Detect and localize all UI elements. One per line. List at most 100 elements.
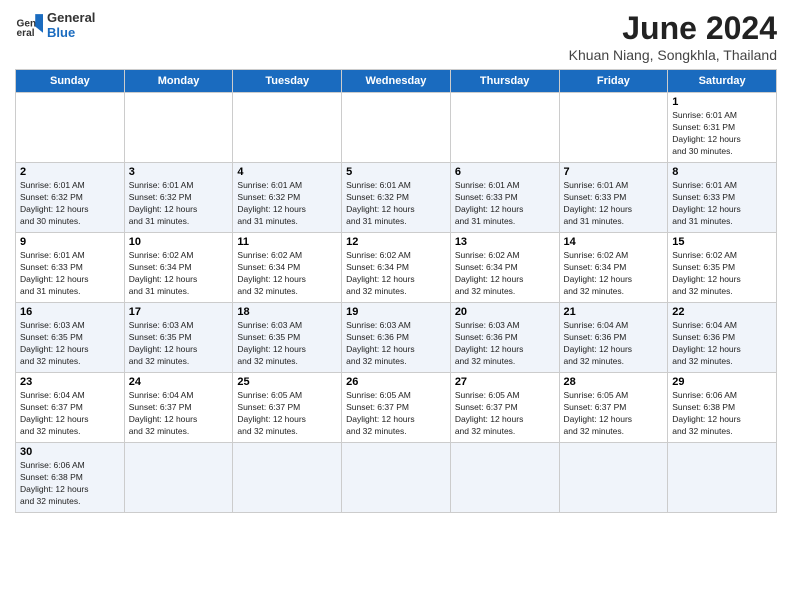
calendar-cell bbox=[559, 443, 668, 513]
calendar-cell: 20Sunrise: 6:03 AM Sunset: 6:36 PM Dayli… bbox=[450, 303, 559, 373]
calendar-cell: 15 Sunrise: 6:02 AM Sunset: 6:35 PM Dayli… bbox=[668, 233, 777, 303]
day-info: Sunrise: 6:02 AM Sunset: 6:34 PM Dayligh… bbox=[564, 250, 664, 298]
day-number: 7 bbox=[564, 166, 664, 178]
day-number: 21 bbox=[564, 306, 664, 318]
day-number: 19 bbox=[346, 306, 446, 318]
day-info: Sunrise: 6:01 AM Sunset: 6:32 PM Dayligh… bbox=[346, 180, 446, 228]
calendar-header: SundayMondayTuesdayWednesdayThursdayFrid… bbox=[16, 70, 777, 93]
day-number: 27 bbox=[455, 376, 555, 388]
calendar-cell bbox=[342, 93, 451, 163]
calendar-cell bbox=[124, 93, 233, 163]
svg-text:eral: eral bbox=[17, 28, 35, 39]
calendar-cell: 25 Sunrise: 6:05 AM Sunset: 6:37 PM Dayli… bbox=[233, 373, 342, 443]
day-number: 3 bbox=[129, 166, 229, 178]
day-number: 30 bbox=[20, 446, 120, 458]
calendar-cell: 6Sunrise: 6:01 AM Sunset: 6:33 PM Daylig… bbox=[450, 163, 559, 233]
calendar-title: June 2024 bbox=[569, 10, 777, 47]
day-number: 4 bbox=[237, 166, 337, 178]
calendar-cell bbox=[668, 443, 777, 513]
day-number: 25 bbox=[237, 376, 337, 388]
day-number: 16 bbox=[20, 306, 120, 318]
day-number: 9 bbox=[20, 236, 120, 248]
logo-general: General bbox=[47, 10, 95, 25]
calendar-cell: 24Sunrise: 6:04 AM Sunset: 6:37 PM Dayli… bbox=[124, 373, 233, 443]
day-info: Sunrise: 6:05 AM Sunset: 6:37 PM Dayligh… bbox=[346, 390, 446, 438]
day-number: 15 bbox=[672, 236, 772, 248]
day-number: 14 bbox=[564, 236, 664, 248]
day-number: 20 bbox=[455, 306, 555, 318]
calendar-cell: 29 Sunrise: 6:06 AM Sunset: 6:38 PM Dayli… bbox=[668, 373, 777, 443]
calendar-cell: 19 Sunrise: 6:03 AM Sunset: 6:36 PM Dayli… bbox=[342, 303, 451, 373]
day-info: Sunrise: 6:01 AM Sunset: 6:33 PM Dayligh… bbox=[20, 250, 120, 298]
day-number: 1 bbox=[672, 96, 772, 108]
calendar-cell: 10Sunrise: 6:02 AM Sunset: 6:34 PM Dayli… bbox=[124, 233, 233, 303]
calendar-cell: 11Sunrise: 6:02 AM Sunset: 6:34 PM Dayli… bbox=[233, 233, 342, 303]
calendar-cell: 4 Sunrise: 6:01 AM Sunset: 6:32 PM Daylig… bbox=[233, 163, 342, 233]
calendar-cell: 18Sunrise: 6:03 AM Sunset: 6:35 PM Dayli… bbox=[233, 303, 342, 373]
day-info: Sunrise: 6:02 AM Sunset: 6:34 PM Dayligh… bbox=[346, 250, 446, 298]
day-info: Sunrise: 6:01 AM Sunset: 6:32 PM Dayligh… bbox=[20, 180, 120, 228]
day-number: 18 bbox=[237, 306, 337, 318]
calendar-cell bbox=[450, 443, 559, 513]
day-number: 22 bbox=[672, 306, 772, 318]
calendar-cell: 30 Sunrise: 6:06 AM Sunset: 6:38 PM Dayli… bbox=[16, 443, 125, 513]
day-info: Sunrise: 6:01 AM Sunset: 6:33 PM Dayligh… bbox=[564, 180, 664, 228]
day-info: Sunrise: 6:05 AM Sunset: 6:37 PM Dayligh… bbox=[237, 390, 337, 438]
calendar-cell bbox=[342, 443, 451, 513]
calendar-cell: 5Sunrise: 6:01 AM Sunset: 6:32 PM Daylig… bbox=[342, 163, 451, 233]
day-info: Sunrise: 6:01 AM Sunset: 6:32 PM Dayligh… bbox=[129, 180, 229, 228]
calendar-cell: 13Sunrise: 6:02 AM Sunset: 6:34 PM Dayli… bbox=[450, 233, 559, 303]
day-info: Sunrise: 6:04 AM Sunset: 6:36 PM Dayligh… bbox=[564, 320, 664, 368]
day-info: Sunrise: 6:05 AM Sunset: 6:37 PM Dayligh… bbox=[564, 390, 664, 438]
day-info: Sunrise: 6:02 AM Sunset: 6:34 PM Dayligh… bbox=[455, 250, 555, 298]
calendar-cell: 12 Sunrise: 6:02 AM Sunset: 6:34 PM Dayli… bbox=[342, 233, 451, 303]
calendar-cell bbox=[450, 93, 559, 163]
day-number: 26 bbox=[346, 376, 446, 388]
header-day-tuesday: Tuesday bbox=[233, 70, 342, 93]
day-info: Sunrise: 6:03 AM Sunset: 6:36 PM Dayligh… bbox=[346, 320, 446, 368]
calendar-table: SundayMondayTuesdayWednesdayThursdayFrid… bbox=[15, 69, 777, 513]
logo-icon: Gen eral bbox=[15, 11, 43, 39]
calendar-cell: 1Sunrise: 6:01 AM Sunset: 6:31 PM Daylig… bbox=[668, 93, 777, 163]
calendar-subtitle: Khuan Niang, Songkhla, Thailand bbox=[569, 47, 777, 63]
calendar-cell: 27 Sunrise: 6:05 AM Sunset: 6:37 PM Dayli… bbox=[450, 373, 559, 443]
week-row-4: 16 Sunrise: 6:03 AM Sunset: 6:35 PM Dayli… bbox=[16, 303, 777, 373]
logo-blue: Blue bbox=[47, 25, 95, 40]
calendar-cell bbox=[124, 443, 233, 513]
day-info: Sunrise: 6:04 AM Sunset: 6:37 PM Dayligh… bbox=[20, 390, 120, 438]
day-info: Sunrise: 6:03 AM Sunset: 6:35 PM Dayligh… bbox=[20, 320, 120, 368]
week-row-1: 1Sunrise: 6:01 AM Sunset: 6:31 PM Daylig… bbox=[16, 93, 777, 163]
calendar-cell: 21 Sunrise: 6:04 AM Sunset: 6:36 PM Dayli… bbox=[559, 303, 668, 373]
day-info: Sunrise: 6:02 AM Sunset: 6:35 PM Dayligh… bbox=[672, 250, 772, 298]
header-day-friday: Friday bbox=[559, 70, 668, 93]
calendar-cell: 26 Sunrise: 6:05 AM Sunset: 6:37 PM Dayli… bbox=[342, 373, 451, 443]
calendar-body: 1Sunrise: 6:01 AM Sunset: 6:31 PM Daylig… bbox=[16, 93, 777, 513]
header-row: SundayMondayTuesdayWednesdayThursdayFrid… bbox=[16, 70, 777, 93]
week-row-3: 9 Sunrise: 6:01 AM Sunset: 6:33 PM Daylig… bbox=[16, 233, 777, 303]
header: Gen eral General Blue June 2024 Khuan Ni… bbox=[15, 10, 777, 63]
calendar-cell bbox=[16, 93, 125, 163]
day-number: 23 bbox=[20, 376, 120, 388]
day-info: Sunrise: 6:02 AM Sunset: 6:34 PM Dayligh… bbox=[237, 250, 337, 298]
day-number: 12 bbox=[346, 236, 446, 248]
calendar-cell: 2 Sunrise: 6:01 AM Sunset: 6:32 PM Daylig… bbox=[16, 163, 125, 233]
day-info: Sunrise: 6:06 AM Sunset: 6:38 PM Dayligh… bbox=[672, 390, 772, 438]
header-day-monday: Monday bbox=[124, 70, 233, 93]
day-number: 2 bbox=[20, 166, 120, 178]
week-row-5: 23 Sunrise: 6:04 AM Sunset: 6:37 PM Dayli… bbox=[16, 373, 777, 443]
week-row-2: 2 Sunrise: 6:01 AM Sunset: 6:32 PM Daylig… bbox=[16, 163, 777, 233]
week-row-6: 30 Sunrise: 6:06 AM Sunset: 6:38 PM Dayli… bbox=[16, 443, 777, 513]
title-block: June 2024 Khuan Niang, Songkhla, Thailan… bbox=[569, 10, 777, 63]
day-number: 29 bbox=[672, 376, 772, 388]
day-info: Sunrise: 6:06 AM Sunset: 6:38 PM Dayligh… bbox=[20, 460, 120, 508]
calendar-cell: 9 Sunrise: 6:01 AM Sunset: 6:33 PM Daylig… bbox=[16, 233, 125, 303]
day-info: Sunrise: 6:04 AM Sunset: 6:36 PM Dayligh… bbox=[672, 320, 772, 368]
day-info: Sunrise: 6:04 AM Sunset: 6:37 PM Dayligh… bbox=[129, 390, 229, 438]
calendar-cell: 28Sunrise: 6:05 AM Sunset: 6:37 PM Dayli… bbox=[559, 373, 668, 443]
calendar-cell: 7 Sunrise: 6:01 AM Sunset: 6:33 PM Daylig… bbox=[559, 163, 668, 233]
calendar-cell bbox=[559, 93, 668, 163]
day-info: Sunrise: 6:05 AM Sunset: 6:37 PM Dayligh… bbox=[455, 390, 555, 438]
day-info: Sunrise: 6:01 AM Sunset: 6:32 PM Dayligh… bbox=[237, 180, 337, 228]
header-day-saturday: Saturday bbox=[668, 70, 777, 93]
calendar-cell bbox=[233, 93, 342, 163]
